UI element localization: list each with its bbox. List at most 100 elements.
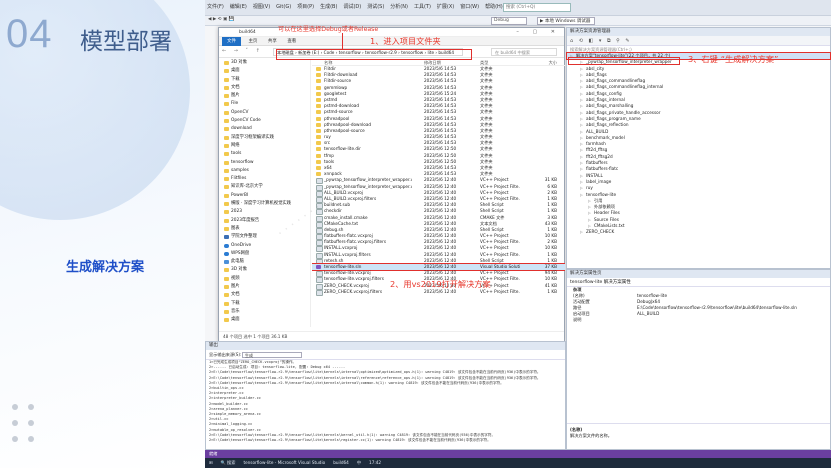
section-number: 04 (6, 12, 53, 56)
window-controls[interactable]: – ▢ ✕ (516, 28, 561, 37)
nav-item[interactable]: 横版 · 深度学习计算机视觉实践 (219, 200, 310, 208)
output-source-label: 显示输出来源(S): (209, 352, 242, 357)
menu-item[interactable]: 扩展(X) (437, 4, 454, 10)
taskbar-item[interactable]: 🔍 搜索 (221, 460, 236, 465)
annotation-step1: 1、进入项目文件夹 (370, 36, 441, 46)
nav-item[interactable]: 桌面 (219, 316, 310, 324)
ribbon-tab-share[interactable]: 共享 (268, 39, 277, 44)
nav-item[interactable]: OpenCV Code (219, 117, 310, 125)
config-dropdown[interactable]: Debug (491, 17, 527, 25)
output-line: 2>E:\Code\tensorflow\tensorflow-r2.9\ten… (209, 370, 541, 375)
nav-item[interactable]: 此电脑 (219, 258, 310, 266)
col-type[interactable]: 类型 (480, 59, 520, 66)
side-label: 生成解决方案 (66, 260, 145, 275)
properties-description: (名称) 解决方案文件的名称。 (567, 423, 830, 449)
solution-toolbar-icons[interactable]: ⌂ ⟲ ◧ ▾ ⧉ ⚲ ✎ (567, 36, 830, 46)
nav-item[interactable]: 知识库-北京大学 (219, 183, 310, 191)
toolbar-nav-icons[interactable]: ◀ ▶ ⟲ ▣ 💾 (208, 17, 234, 25)
nav-item[interactable]: 文档 (219, 291, 310, 299)
vs-status-bar: 就绪 (205, 450, 831, 458)
output-source-select[interactable]: 生成 (242, 352, 302, 358)
nav-item[interactable]: download (219, 125, 310, 133)
output-panel: 输出 显示输出来源(S): 生成 1>已完成生成项目“ZERO_CHECK.vc… (205, 341, 566, 450)
slide-left-panel: 04 模型部署 生成解决方案 (0, 0, 205, 468)
nav-item[interactable]: 3D 对象 (219, 59, 310, 67)
properties-object[interactable]: tensorflow-lite 解决方案属性 (567, 278, 830, 287)
nav-item[interactable]: File (219, 100, 310, 108)
nav-item[interactable]: 音乐 (219, 308, 310, 316)
solution-search-input[interactable]: 搜索解决方案资源管理器(Ctrl+;) (567, 46, 830, 53)
property-key: 说明 (573, 317, 582, 322)
col-size[interactable]: 大小 (527, 59, 557, 66)
run-debugger-button[interactable]: ▶ 本地 Windows 调试器 (537, 17, 595, 25)
nav-item[interactable]: 下载 (219, 300, 310, 308)
nav-item[interactable]: WPS网盘 (219, 250, 310, 258)
windows-taskbar: ⊞ 🔍 搜索 tensorflow-lite - Microsoft Visual … (205, 458, 831, 468)
explorer-status: 48 个项目 选中 1 个项目 36.1 KB (219, 331, 564, 341)
solution-tree: 解决方案“tensorflow-lite”(22 个项目，共 22 个)_pyw… (566, 51, 831, 236)
ribbon-tab-home[interactable]: 主页 (248, 39, 257, 44)
nav-arrows-icon[interactable]: ← → ˅ ↑ (222, 48, 263, 54)
col-name[interactable]: 名称 (324, 59, 412, 66)
explorer-title: build64 (239, 30, 256, 35)
solution-project-node[interactable]: ZERO_CHECK (567, 229, 830, 236)
nav-item[interactable]: 图片 (219, 92, 310, 100)
highlight-address-bar (276, 49, 472, 60)
menu-item[interactable]: 窗口(W) (460, 4, 479, 10)
vs-search-box[interactable]: 搜索 (Ctrl+Q) (503, 3, 571, 12)
menu-item[interactable]: 帮助(H) (485, 4, 503, 10)
taskbar-item[interactable]: tensorflow-lite - Microsoft Visual Studi… (243, 460, 325, 465)
nav-item[interactable]: 3D 对象 (219, 266, 310, 274)
annotation-config-note: 可以在这里选择Debug或者Release (278, 26, 379, 33)
highlight-solution-root (568, 57, 680, 65)
menu-item[interactable]: 编辑(E) (230, 4, 247, 10)
nav-item[interactable]: OneDrive (219, 242, 310, 250)
menu-item[interactable]: Git(G) (276, 4, 291, 10)
menu-item[interactable]: 调试(D) (343, 4, 361, 10)
file-explorer-window: build64 – ▢ ✕ 文件 主页 共享 查看 ← → ˅ ↑ 本地磁盘 ›… (218, 27, 565, 342)
file-list-header: 名称 修改日期 类型 大小 (312, 59, 565, 66)
annotation-step2: 2、用vs2019打开解决方案 (390, 279, 491, 289)
menu-item[interactable]: 项目(P) (297, 4, 314, 10)
nav-item[interactable]: 下载 (219, 76, 310, 84)
taskbar-item[interactable]: build64 (333, 460, 349, 465)
ribbon-tab-view[interactable]: 查看 (287, 39, 296, 44)
explorer-search-input[interactable]: 在 build64 中搜索 (491, 48, 557, 56)
output-title: 输出 (206, 342, 565, 350)
nav-item[interactable]: Flitfiles (219, 175, 310, 183)
section-title: 模型部署 (80, 29, 172, 55)
nav-item[interactable]: PowerBI (219, 192, 310, 200)
nav-item[interactable]: 视频 (219, 275, 310, 283)
vs-menu-bar: 文件(F) 编辑(E) 视图(V) Git(G) 项目(P) 生成(B) 调试(D) 测试(S… (205, 0, 831, 16)
ribbon-file-tab[interactable]: 文件 (222, 37, 241, 46)
property-row[interactable]: 说明 (567, 317, 830, 323)
menu-item[interactable]: 分析(N) (390, 4, 408, 10)
nav-item[interactable]: 网络 (219, 142, 310, 150)
solution-explorer-title: 解决方案资源管理器 (567, 28, 830, 36)
taskbar-item[interactable]: 17:42 (369, 460, 381, 465)
nav-item[interactable]: 文档 (219, 84, 310, 92)
menu-item[interactable]: 生成(B) (320, 4, 337, 10)
nav-item[interactable]: 学院文件整理 (219, 233, 310, 241)
nav-item[interactable]: tools (219, 150, 310, 158)
menu-item[interactable]: 测试(S) (367, 4, 384, 10)
nav-item[interactable]: samples (219, 167, 310, 175)
menu-item[interactable]: 文件(F) (207, 4, 224, 10)
properties-title: 解决方案属性页 (567, 270, 830, 278)
output-log: 1>已完成生成项目“ZERO_CHECK.vcxproj”的操作。 2>-----… (206, 360, 565, 450)
nav-item[interactable]: 图片 (219, 283, 310, 291)
output-line: 2>E:\Code\tensorflow\tensorflow-r2.9\ten… (209, 438, 491, 443)
explorer-nav-pane: 3D 对象 桌面 下载 文档 图片 File OpenCV OpenCV Code downlo… (219, 59, 311, 327)
col-date[interactable]: 修改日期 (424, 59, 472, 66)
annotation-step3: 3、右键-“生成解决方案” (688, 54, 779, 64)
nav-item[interactable]: tensorflow (219, 159, 310, 167)
nav-item[interactable]: 深度学习框架编译实践 (219, 134, 310, 142)
annotation-arrow-line (342, 33, 343, 49)
nav-item[interactable]: 桌面 (219, 67, 310, 75)
nav-item[interactable]: OpenCV (219, 109, 310, 117)
taskbar-item[interactable]: ⊞ (209, 460, 213, 465)
properties-panel: 解决方案属性页 tensorflow-lite 解决方案属性 杂项 (名称) ten… (566, 269, 831, 450)
taskbar-item[interactable]: 中 (357, 460, 361, 465)
menu-item[interactable]: 视图(V) (253, 4, 270, 10)
menu-item[interactable]: 工具(T) (414, 4, 431, 10)
